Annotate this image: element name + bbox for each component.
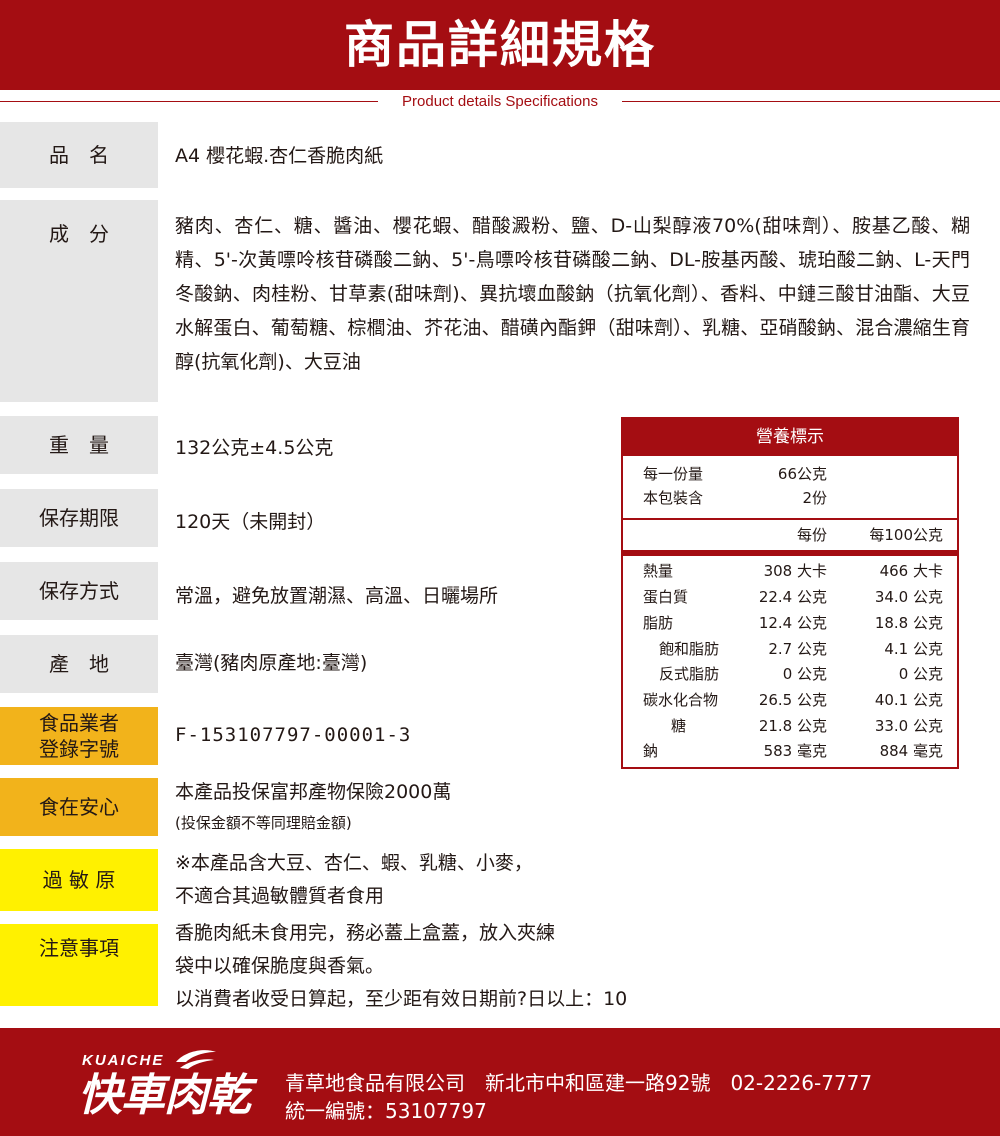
nutrient-name: 碳水化合物 (643, 691, 719, 709)
col-per-serving: 每份 (796, 526, 827, 544)
page-subtitle: Product details Specifications (402, 93, 598, 110)
insurance-text: 本產品投保富邦產物保險2000萬 (175, 781, 452, 803)
nutrition-table: 營養標示 每一份量 66公克 本包裝含 2份 每份 每100公克 熱量 308 … (621, 417, 959, 769)
brand-logo-text: KUAICHE (82, 1052, 165, 1069)
nutrition-row: 反式脂肪 0 公克 0 公克 (623, 662, 957, 686)
nutrient-per-100g: 33.0 公克 (874, 717, 943, 735)
product-name-value: A4 櫻花蝦.杏仁香脆肉紙 (175, 145, 384, 167)
origin-label: 產 地 (0, 635, 158, 693)
ingredients-label: 成 分 (0, 200, 158, 402)
nutrition-title: 營養標示 (623, 419, 957, 456)
nutrient-per-serving: 583 毫克 (763, 742, 827, 760)
allergen-line1: ※本產品含大豆、杏仁、蝦、乳糖、小麥， (175, 852, 533, 874)
footer-banner: KUAICHE 快車肉乾 青草地食品有限公司 新北市中和區建一路92號 02-2… (0, 1028, 1000, 1136)
servings-value: 2份 (802, 489, 827, 507)
serving-size-row: 每一份量 66公克 (623, 462, 957, 486)
notice-line2: 袋中以確保脆度與香氣。 (175, 955, 385, 977)
nutrition-thick-divider (623, 550, 957, 556)
notice-line1: 香脆肉紙未食用完，務必蓋上盒蓋，放入夾練 (175, 922, 556, 944)
company-tax-id: 統一編號：53107797 (285, 1099, 487, 1123)
col-per-100g: 每100公克 (869, 526, 943, 544)
servings-label: 本包裝含 (643, 489, 704, 507)
nutrient-per-100g: 40.1 公克 (874, 691, 943, 709)
brand-swoosh-icon (176, 1050, 216, 1069)
nutrient-per-serving: 308 大卡 (763, 562, 827, 580)
allergen-label: 過 敏 原 (0, 849, 158, 911)
nutrient-name: 鈉 (643, 742, 659, 760)
shelf-life-label: 保存期限 (0, 489, 158, 547)
nutrition-row: 飽和脂肪 2.7 公克 4.1 公克 (623, 637, 957, 661)
nutrition-header-row: 每份 每100公克 (623, 523, 957, 547)
nutrition-row: 熱量 308 大卡 466 大卡 (623, 559, 957, 583)
weight-label: 重 量 (0, 416, 158, 474)
insurance-value: 本產品投保富邦產物保險2000萬 (投保金額不等同理賠金額) (175, 776, 451, 837)
nutrient-per-serving: 0 公克 (782, 665, 827, 683)
header-rule-right (622, 101, 1000, 102)
nutrient-name: 反式脂肪 (659, 665, 720, 683)
serving-size-value: 66公克 (777, 465, 827, 483)
notice-label: 注意事項 (0, 924, 158, 1006)
ingredients-value: 豬肉、杏仁、糖、醬油、櫻花蝦、醋酸澱粉、鹽、D-山梨醇液70%(甜味劑）、胺基乙… (175, 215, 970, 373)
storage-label: 保存方式 (0, 562, 158, 620)
company-info: 青草地食品有限公司 新北市中和區建一路92號 02-2226-7777 (285, 1071, 873, 1095)
nutrient-name: 脂肪 (643, 614, 674, 632)
nutrient-per-100g: 884 毫克 (879, 742, 943, 760)
insurance-label: 食在安心 (0, 778, 158, 836)
nutrition-row: 蛋白質 22.4 公克 34.0 公克 (623, 585, 957, 609)
nutrition-divider (623, 518, 957, 520)
notice-value: 香脆肉紙未食用完，務必蓋上盒蓋，放入夾練 袋中以確保脆度與香氣。 以消費者收受日… (175, 917, 627, 1016)
nutrition-row: 脂肪 12.4 公克 18.8 公克 (623, 611, 957, 635)
nutrition-row: 糖 21.8 公克 33.0 公克 (623, 714, 957, 738)
origin-value: 臺灣(豬肉原產地:臺灣) (175, 652, 368, 674)
registration-value: F-153107797-00001-3 (175, 724, 412, 746)
nutrient-name: 熱量 (643, 562, 674, 580)
registration-label-line1: 食品業者 (39, 711, 119, 735)
header-banner: 商品詳細規格 (0, 0, 1000, 90)
page-title: 商品詳細規格 (344, 16, 656, 74)
nutrition-row: 鈉 583 毫克 884 毫克 (623, 739, 957, 763)
registration-label-line2: 登錄字號 (39, 737, 119, 761)
insurance-note: (投保金額不等同理賠金額) (175, 814, 352, 832)
weight-value: 132公克±4.5公克 (175, 437, 334, 459)
nutrient-per-100g: 4.1 公克 (884, 640, 943, 658)
shelf-life-value: 120天（未開封） (175, 511, 326, 533)
serving-size-label: 每一份量 (643, 465, 704, 483)
nutrition-row: 碳水化合物 26.5 公克 40.1 公克 (623, 688, 957, 712)
nutrient-per-100g: 0 公克 (898, 665, 943, 683)
nutrient-name: 糖 (671, 717, 687, 735)
registration-label: 食品業者 登錄字號 (0, 707, 158, 765)
nutrient-per-100g: 466 大卡 (879, 562, 943, 580)
servings-row: 本包裝含 2份 (623, 486, 957, 510)
product-name-label: 品 名 (0, 122, 158, 188)
allergen-line2: 不適合其過敏體質者食用 (175, 885, 385, 907)
brand-logo: 快車肉乾 (78, 1070, 251, 1121)
nutrient-per-100g: 34.0 公克 (874, 588, 943, 606)
notice-line3: 以消費者收受日算起，至少距有效日期前?日以上：10 (175, 988, 628, 1010)
nutrient-per-serving: 2.7 公克 (768, 640, 827, 658)
nutrient-name: 飽和脂肪 (659, 640, 720, 658)
header-rule-left (0, 101, 378, 102)
allergen-value: ※本產品含大豆、杏仁、蝦、乳糖、小麥， 不適合其過敏體質者食用 (175, 847, 533, 913)
nutrient-per-serving: 21.8 公克 (758, 717, 827, 735)
storage-value: 常溫，避免放置潮濕、高溫、日曬場所 (175, 585, 499, 607)
nutrient-per-serving: 22.4 公克 (758, 588, 827, 606)
nutrient-per-100g: 18.8 公克 (874, 614, 943, 632)
nutrient-per-serving: 26.5 公克 (758, 691, 827, 709)
nutrient-per-serving: 12.4 公克 (758, 614, 827, 632)
nutrient-name: 蛋白質 (643, 588, 689, 606)
